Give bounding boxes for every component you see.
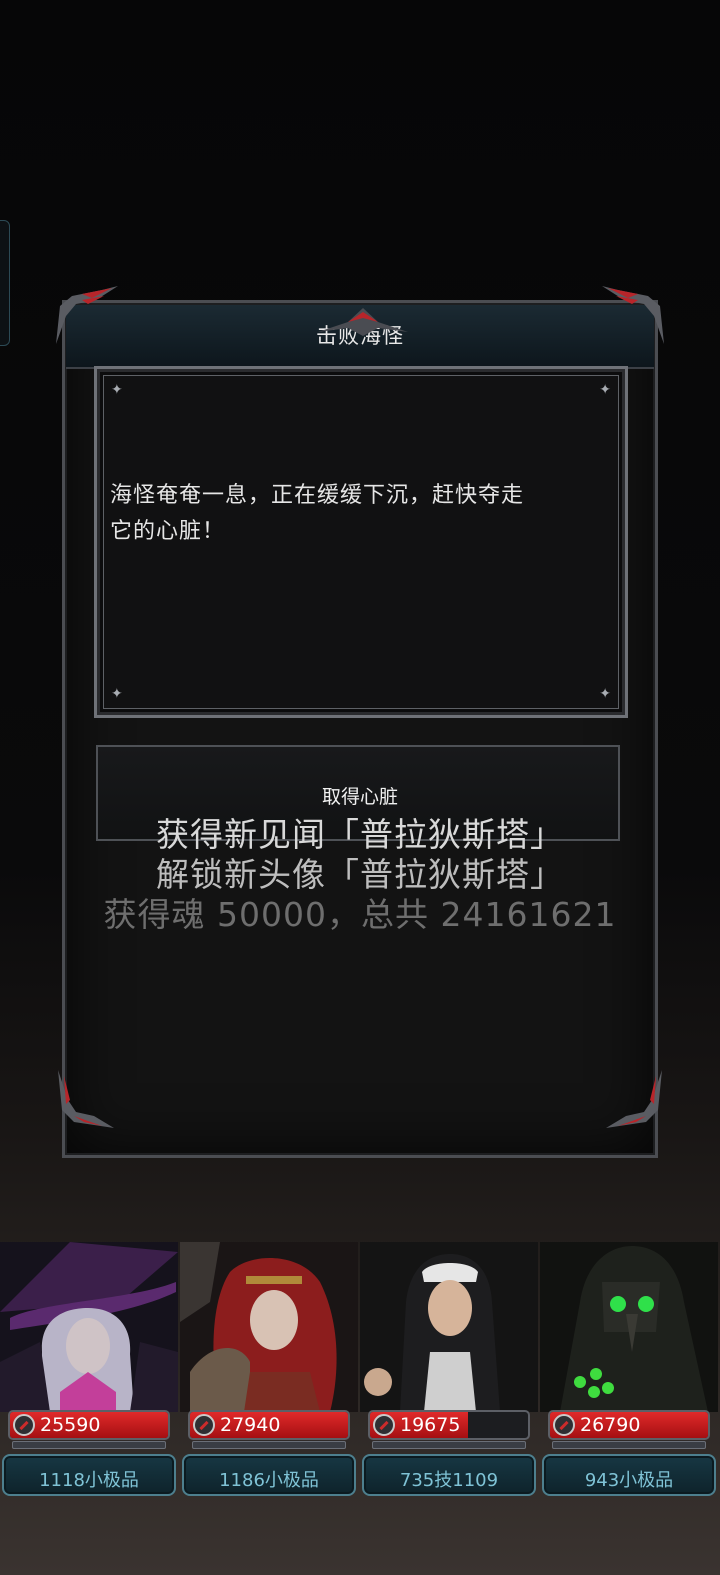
- hero-tag-label: 1186小极品: [219, 1470, 319, 1491]
- crest-ornament-icon: [318, 308, 408, 336]
- thorn-ornament-icon: [56, 286, 118, 344]
- hero-tag[interactable]: 1118小极品: [2, 1454, 176, 1496]
- hero-card-witch[interactable]: 25590 1118小极品: [0, 1242, 178, 1500]
- sword-icon: [13, 1414, 35, 1436]
- stress-bar: [192, 1441, 346, 1449]
- event-description-line: 海怪奄奄一息，正在缓缓下沉，赶快夺走: [110, 483, 525, 508]
- hp-bar: 26790: [548, 1410, 710, 1440]
- event-description: 海怪奄奄一息，正在缓缓下沉，赶快夺走 它的心脏！: [110, 478, 610, 550]
- reward-souls: 获得魂 50000，总共 24161621: [103, 895, 617, 934]
- sparkle-icon: ✦: [599, 686, 611, 702]
- hero-card-nun[interactable]: 19675 735技1109: [360, 1242, 538, 1500]
- stress-bar: [12, 1441, 166, 1449]
- hp-bar: 27940: [188, 1410, 350, 1440]
- hero-card-warrior[interactable]: 27940 1186小极品: [180, 1242, 358, 1500]
- hero-tag[interactable]: 735技1109: [362, 1454, 536, 1496]
- hp-value: 27940: [220, 1414, 281, 1436]
- thorn-ornament-icon: [602, 286, 664, 344]
- thorn-ornament-icon: [606, 1070, 662, 1128]
- take-heart-label: 取得心脏: [321, 786, 398, 808]
- thorn-ornament-icon: [58, 1070, 114, 1128]
- event-description-line: 它的心脏！: [110, 519, 226, 544]
- hero-portrait-witch: [0, 1242, 178, 1412]
- hero-portrait-nun: [360, 1242, 538, 1412]
- sword-icon: [373, 1414, 395, 1436]
- hero-card-plague-doctor[interactable]: 26790 943小极品: [540, 1242, 718, 1500]
- stress-bar: [372, 1441, 526, 1449]
- hp-value: 26790: [580, 1414, 641, 1436]
- hp-bar: 25590: [8, 1410, 170, 1440]
- sparkle-icon: ✦: [599, 382, 611, 398]
- sword-icon: [553, 1414, 575, 1436]
- hero-tag[interactable]: 943小极品: [542, 1454, 716, 1496]
- sparkle-icon: ✦: [111, 382, 123, 398]
- hp-bar: 19675: [368, 1410, 530, 1440]
- hero-tag-label: 943小极品: [584, 1470, 674, 1491]
- hp-value: 19675: [400, 1414, 461, 1436]
- hero-portrait-plague-doctor: [540, 1242, 718, 1412]
- hero-tag-label: 1118小极品: [39, 1470, 139, 1491]
- hero-tag[interactable]: 1186小极品: [182, 1454, 356, 1496]
- sparkle-icon: ✦: [111, 686, 123, 702]
- stress-bar: [552, 1441, 706, 1449]
- hero-portrait-warrior: [180, 1242, 358, 1412]
- hero-tag-label: 735技1109: [399, 1470, 499, 1491]
- hp-value: 25590: [40, 1414, 101, 1436]
- sword-icon: [193, 1414, 215, 1436]
